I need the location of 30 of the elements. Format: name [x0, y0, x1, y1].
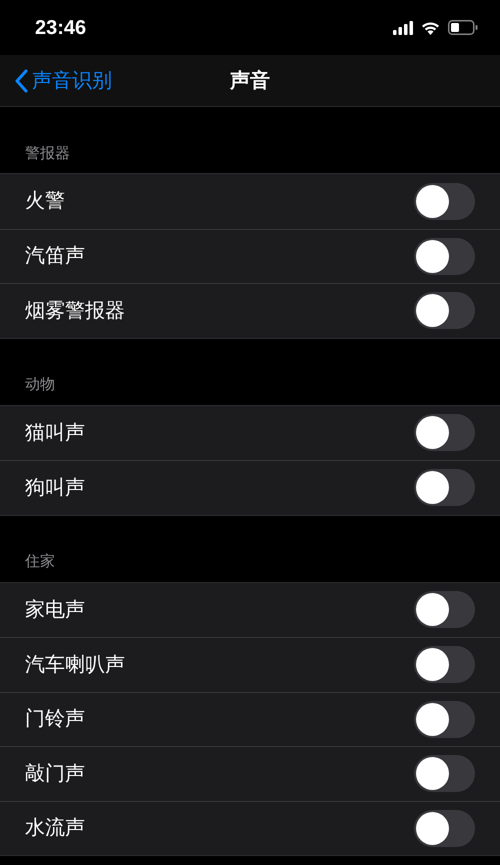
setting-label: 门铃声	[25, 707, 85, 732]
setting-label: 汽笛声	[25, 244, 85, 270]
page-title: 声音	[230, 68, 270, 94]
back-chevron-icon	[14, 68, 28, 92]
toggle-switch[interactable]	[414, 469, 475, 506]
toggle-switch[interactable]	[414, 292, 475, 330]
toggle-switch[interactable]	[414, 591, 475, 628]
wifi-icon	[421, 20, 440, 34]
back-button[interactable]: 声音识别	[0, 66, 112, 96]
toggle-switch[interactable]	[414, 755, 475, 792]
setting-label: 敲门声	[25, 762, 85, 787]
setting-label: 火警	[25, 189, 65, 214]
toggle-switch[interactable]	[414, 646, 475, 684]
toggle-switch[interactable]	[414, 700, 475, 738]
setting-label: 狗叫声	[25, 476, 85, 501]
battery-icon	[448, 20, 478, 35]
section-header: 动物	[25, 375, 55, 395]
setting-label: 汽车喇叭声	[25, 652, 125, 678]
toggle-switch[interactable]	[414, 182, 475, 220]
section-header: 警报器	[25, 144, 70, 164]
toggle-switch[interactable]	[414, 414, 475, 452]
setting-label: 猫叫声	[25, 420, 85, 446]
status-time: 23:46	[35, 16, 86, 40]
section-header: 住家	[25, 552, 55, 572]
setting-label: 家电声	[25, 598, 85, 623]
setting-label: 水流声	[25, 816, 85, 842]
signal-icon	[393, 20, 413, 34]
toggle-switch[interactable]	[414, 810, 475, 847]
setting-label: 烟雾警报器	[25, 298, 125, 324]
toggle-switch[interactable]	[414, 238, 475, 275]
